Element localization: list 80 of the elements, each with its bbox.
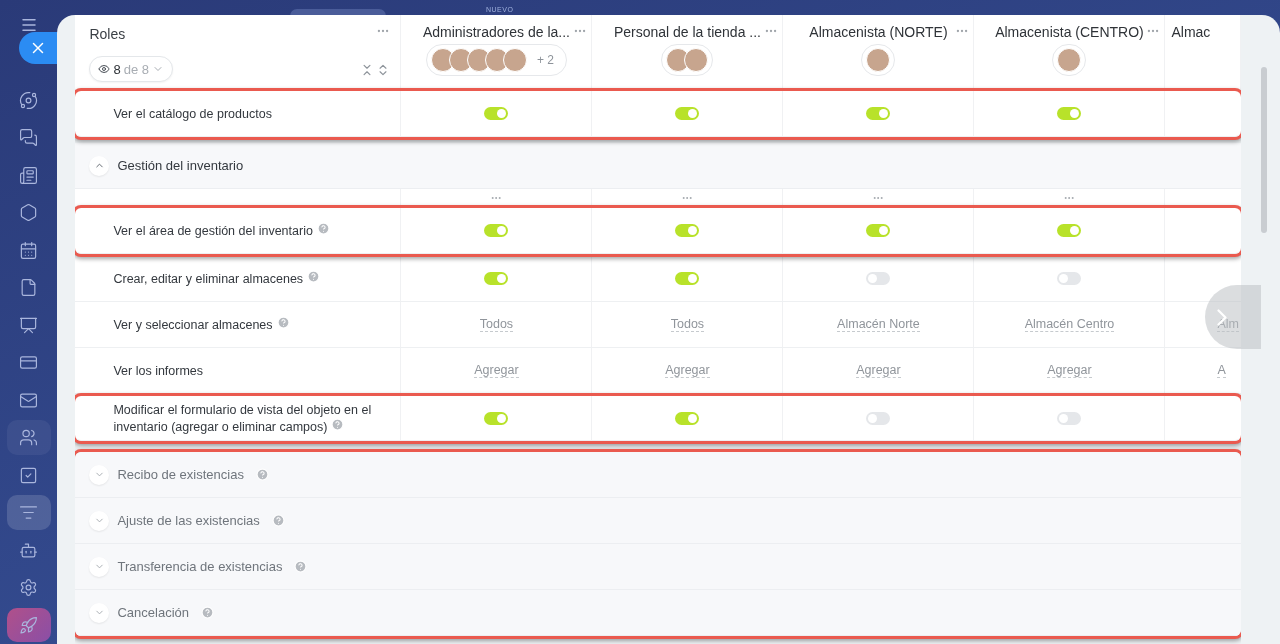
permission-label: Crear, editar y eliminar almacenes <box>113 270 321 287</box>
expand-button[interactable] <box>89 556 110 577</box>
permission-toggle[interactable] <box>675 272 700 285</box>
permission-label: Modificar el formulario de vista del objeto en el inventario (agregar o eliminar campos) <box>113 401 373 435</box>
scope-dropdown[interactable]: Almacén Norte <box>837 317 920 332</box>
total-count: de 8 <box>123 61 149 77</box>
permission-toggle[interactable] <box>1057 272 1082 285</box>
hexagon-icon[interactable] <box>19 203 39 223</box>
help-icon[interactable] <box>307 270 321 283</box>
more-count: + 2 <box>536 53 554 67</box>
scope-dropdown[interactable]: Agregar <box>856 363 901 378</box>
scope-dropdown[interactable]: Agregar <box>474 363 519 378</box>
avatar-group[interactable] <box>861 44 896 76</box>
network-icon[interactable] <box>19 90 39 110</box>
help-icon[interactable] <box>294 560 308 573</box>
scrollbar[interactable] <box>1261 67 1268 233</box>
permission-toggle[interactable] <box>675 107 700 120</box>
help-icon[interactable] <box>316 222 330 235</box>
group-title: Ajuste de las existencias <box>117 513 260 528</box>
help-icon[interactable] <box>271 514 285 527</box>
calendar-icon[interactable] <box>19 240 39 260</box>
board-icon[interactable] <box>19 315 39 335</box>
help-icon[interactable] <box>255 468 269 481</box>
next-button[interactable] <box>1205 285 1262 349</box>
group-title: Transferencia de existencias <box>117 559 283 574</box>
permission-toggle[interactable] <box>675 224 700 237</box>
rocket-icon[interactable] <box>19 615 39 635</box>
avatar-group[interactable] <box>1052 44 1087 76</box>
role-title: Almacenista (NORTE) <box>809 24 948 40</box>
permission-label: Ver los informes <box>113 362 204 379</box>
group-title: Cancelación <box>117 605 189 620</box>
visible-count: 8 <box>113 61 121 77</box>
checkbox-icon[interactable] <box>19 465 39 485</box>
permission-toggle[interactable] <box>484 411 509 425</box>
role-title: Administradores de la... <box>422 24 570 40</box>
permission-toggle[interactable] <box>866 224 891 237</box>
scope-dropdown[interactable]: A <box>1217 363 1226 378</box>
permission-label: Ver el catálogo de productos <box>113 105 272 122</box>
group-title: Recibo de existencias <box>117 467 244 482</box>
permission-toggle[interactable] <box>1057 224 1082 237</box>
permission-toggle[interactable] <box>866 107 891 120</box>
scope-dropdown[interactable]: Agregar <box>1047 363 1092 378</box>
avatar-group[interactable] <box>661 44 714 76</box>
settings-icon[interactable] <box>19 578 39 598</box>
permission-toggle[interactable] <box>484 107 509 120</box>
expand-button[interactable] <box>89 464 110 485</box>
avatar-group[interactable]: + 2 <box>425 44 567 76</box>
eye-icon <box>98 63 111 75</box>
feed-icon[interactable] <box>19 165 39 185</box>
group-title: Gestión del inventario <box>117 158 244 173</box>
role-title: Personal de la tienda ... <box>613 24 761 40</box>
permission-toggle[interactable] <box>484 224 509 237</box>
avatar <box>1057 48 1082 72</box>
permission-toggle[interactable] <box>866 272 891 285</box>
scope-dropdown[interactable]: Almacén Centro <box>1024 317 1115 332</box>
permission-toggle[interactable] <box>1057 411 1082 425</box>
expand-button[interactable] <box>89 602 110 623</box>
expand-button[interactable] <box>89 155 110 176</box>
permission-toggle[interactable] <box>675 411 700 425</box>
help-icon[interactable] <box>276 316 290 329</box>
permission-label: Ver y seleccionar almacenes <box>113 316 290 333</box>
users-icon[interactable] <box>19 428 39 448</box>
scope-dropdown[interactable]: Agregar <box>665 363 710 378</box>
avatar <box>866 48 891 72</box>
help-icon[interactable] <box>331 417 345 431</box>
scope-dropdown[interactable]: Todos <box>670 317 705 332</box>
help-icon[interactable] <box>201 606 214 619</box>
permission-toggle[interactable] <box>484 272 509 285</box>
scope-dropdown[interactable]: Todos <box>479 317 514 332</box>
visibility-filter[interactable]: 8 de 8 <box>89 56 173 82</box>
role-title: Almacenista (CENTRO) <box>995 24 1144 40</box>
permission-toggle[interactable] <box>866 411 891 425</box>
chat-icon[interactable] <box>19 128 39 148</box>
permission-toggle[interactable] <box>1057 107 1082 120</box>
permission-label: Ver el área de gestión del inventario <box>113 222 330 239</box>
roles-title: Roles <box>89 26 126 42</box>
avatar <box>684 48 709 72</box>
avatar <box>502 48 527 72</box>
role-title: Almac <box>1171 24 1211 40</box>
expand-button[interactable] <box>89 510 110 531</box>
